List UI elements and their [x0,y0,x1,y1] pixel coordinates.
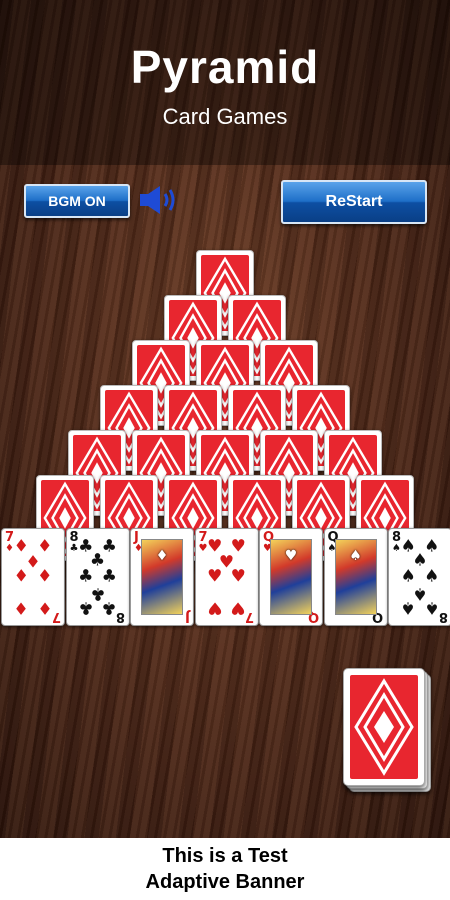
pyramid-card-faceup[interactable]: 7 ♥ 7 ♥ ♥ ♥ ♥ ♥ ♥ ♥ [194,528,259,626]
card-suit-icon: ♥ [207,597,223,618]
card-suit-icon: ♦ [37,597,53,618]
pyramid-card-faceup[interactable]: Q ♠ Q ♠ [323,528,388,626]
card-suit-icon: ♥ [230,597,246,618]
court-card-art: ♦ [141,539,183,615]
card-suit-icon: ♦ [13,597,29,618]
header: Pyramid Card Games [0,0,450,165]
pyramid-card-faceup[interactable]: J ♦ J ♦ [130,528,194,626]
card-suit-icon: ♦ [155,548,169,564]
game-title: Pyramid [130,41,320,93]
pyramid-card-faceup[interactable]: Q ♥ Q ♥ [259,528,323,626]
pyramid-card-faceup[interactable]: 8 ♠ 8 ♠ ♠ ♠ ♠ ♠ ♠ ♠ ♠ [388,528,450,626]
restart-button[interactable]: ReStart [281,180,427,224]
card-pips: ♠ ♠ ♠ ♠ ♠ ♠ ♠ ♠ [399,537,441,618]
card-suit-icon: ♦ [37,566,53,587]
stock-pile[interactable] [343,668,431,792]
card-suit-icon: ♣ [101,597,117,618]
pyramid-card-faceup[interactable]: 8 ♣ 8 ♣ ♣ ♣ ♣ ♣ ♣ ♣ ♣ [65,528,130,626]
card-pips: ♥ ♥ ♥ ♥ ♥ ♥ ♥ [206,537,248,618]
card-suit-icon: ♠ [424,597,440,618]
court-card-art: ♠ [334,539,377,615]
card-suit-icon: ♥ [284,548,298,564]
game-subtitle: Card Games [162,104,288,129]
card-suit-icon: ♣ [78,597,94,618]
speaker-on-icon[interactable] [138,184,184,216]
card-suit-icon: ♠ [349,548,362,564]
pyramid-card-faceup[interactable]: 7 ♦ 7 ♦ ♦ ♦ ♦ ♦ ♦ ♦ [1,528,65,626]
ad-banner[interactable]: This is a Test Adaptive Banner [0,838,450,900]
card-pips: ♦ ♦ ♦ ♦ ♦ ♦ ♦ [12,537,54,618]
card-suit-icon: ♠ [400,597,416,618]
card-suit-icon: ♥ [207,566,223,587]
court-card-art: ♥ [270,539,312,615]
card-pips: ♣ ♣ ♣ ♣ ♣ ♣ ♣ ♣ [77,537,119,618]
banner-line-2: Adaptive Banner [145,871,305,893]
card-rank: J [185,609,190,624]
card-suit-icon: ♦ [13,566,29,587]
bgm-toggle-button[interactable]: BGM ON [24,184,130,218]
stock-top-card[interactable] [343,668,425,786]
card-suit-icon: ♥ [230,566,246,587]
banner-line-1: This is a Test [162,845,288,867]
